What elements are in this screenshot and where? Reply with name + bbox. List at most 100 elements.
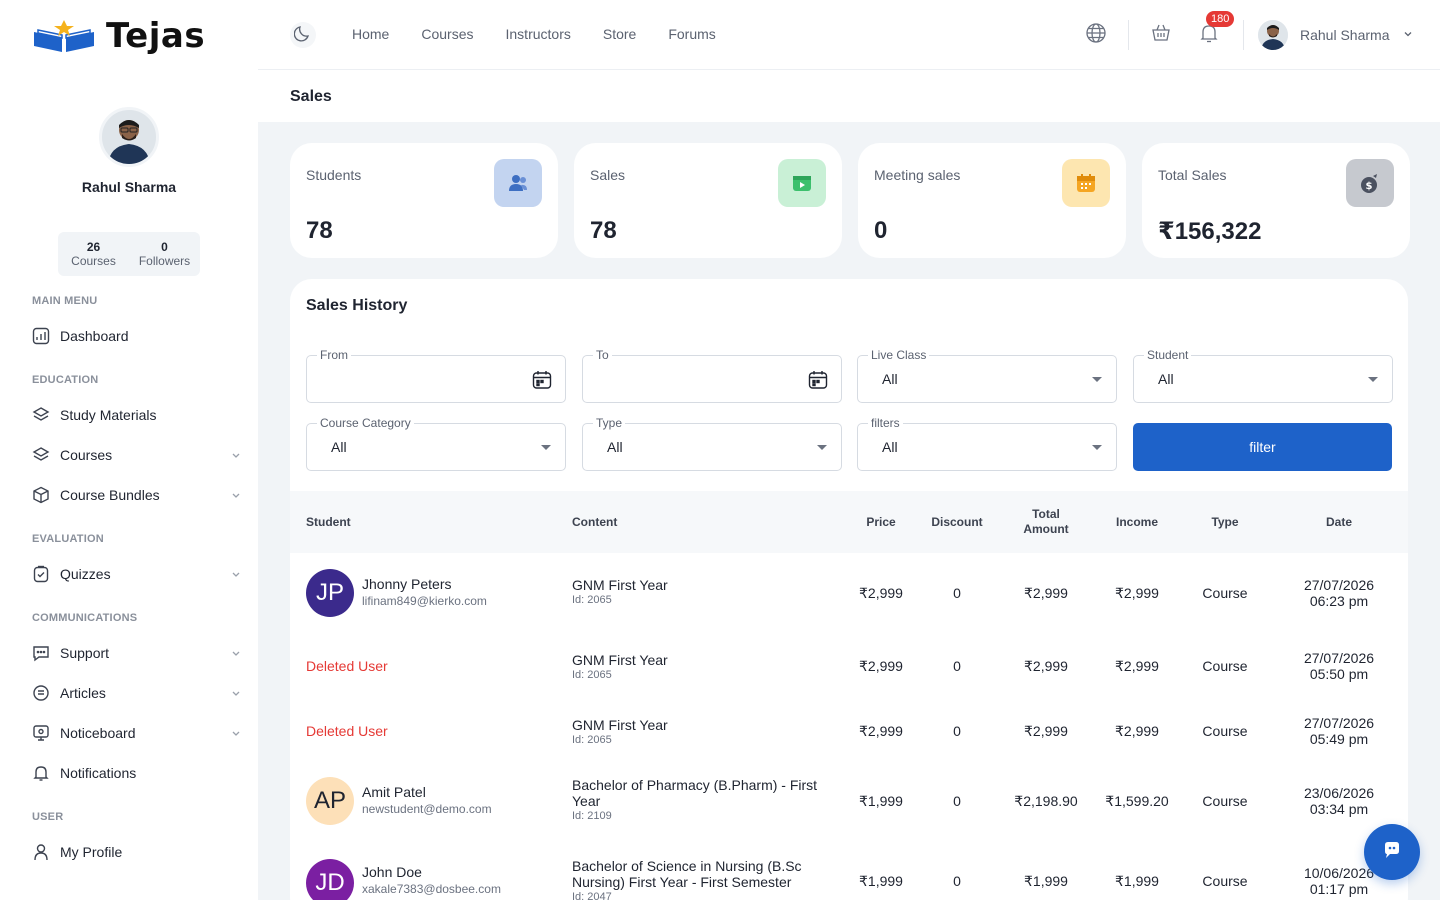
field-label: Student xyxy=(1144,348,1192,362)
clipboard-check-icon xyxy=(32,565,50,583)
sidebar-item-study-materials[interactable]: Study Materials xyxy=(32,403,242,427)
followers-stat: 0 Followers xyxy=(129,232,200,276)
main-content: Students 78 Sales 78 Meeting sales 0 Tot… xyxy=(258,122,1440,900)
student-cell: Jhonny Peters lifinam849@kierko.com xyxy=(362,575,487,609)
col-total-amount[interactable]: Total Amount xyxy=(1001,507,1091,537)
sidebar-item-notifications[interactable]: Notifications xyxy=(32,761,242,785)
sidebar-item-noticeboard[interactable]: Noticeboard xyxy=(32,721,242,745)
content-title[interactable]: Bachelor of Science in Nursing (B.Sc Nur… xyxy=(572,858,832,890)
svg-text:$: $ xyxy=(1366,181,1373,192)
chat-icon xyxy=(32,644,50,662)
content-title[interactable]: GNM First Year xyxy=(572,652,832,668)
col-total-line1: Total xyxy=(1032,507,1060,521)
user-name: Rahul Sharma xyxy=(1300,27,1390,43)
sidebar-item-quizzes[interactable]: Quizzes xyxy=(32,562,242,586)
col-date[interactable]: Date xyxy=(1289,515,1389,530)
brand-logo[interactable]: Tejas xyxy=(32,16,205,56)
date-value: 27/07/2026 xyxy=(1303,577,1375,593)
sidebar-item-label: Articles xyxy=(60,685,106,701)
stat-card-sales: Sales 78 xyxy=(574,143,842,258)
total-cell: ₹2,198.90 xyxy=(1014,793,1078,809)
live-class-select[interactable]: Live Class All xyxy=(857,348,1117,403)
sidebar-item-articles[interactable]: Articles xyxy=(32,681,242,705)
nav-instructors[interactable]: Instructors xyxy=(506,26,571,42)
student-name[interactable]: John Doe xyxy=(362,863,501,881)
courses-stat: 26 Courses xyxy=(58,232,129,276)
avatar: AP xyxy=(306,777,354,825)
calendar-icon[interactable] xyxy=(807,369,829,396)
student-cell: Amit Patel newstudent@demo.com xyxy=(362,783,492,817)
user-icon xyxy=(32,843,50,861)
date-value: 27/07/2026 xyxy=(1303,715,1375,731)
filter-button[interactable]: filter xyxy=(1133,423,1392,471)
to-date-field[interactable]: To xyxy=(582,348,842,403)
divider xyxy=(1128,20,1129,50)
student-name[interactable]: Jhonny Peters xyxy=(362,575,487,593)
type-select[interactable]: Type All xyxy=(582,416,842,471)
profile-avatar[interactable] xyxy=(99,107,159,167)
table-row: Deleted User GNM First Year Id: 2065 ₹2,… xyxy=(290,633,1408,698)
table-header: Student Content Price Discount Total Amo… xyxy=(290,491,1408,553)
user-menu[interactable]: Rahul Sharma xyxy=(1258,20,1414,50)
discount-cell: 0 xyxy=(953,585,961,601)
discount-cell: 0 xyxy=(953,723,961,739)
field-label: From xyxy=(317,348,351,362)
sidebar-item-my-profile[interactable]: My Profile xyxy=(32,840,242,864)
sidebar-item-support[interactable]: Support xyxy=(32,641,242,665)
course-category-select[interactable]: Course Category All xyxy=(306,416,566,471)
sidebar-item-label: My Profile xyxy=(60,844,123,860)
video-icon xyxy=(778,159,826,207)
sidebar-item-courses[interactable]: Courses xyxy=(32,443,242,467)
col-discount[interactable]: Discount xyxy=(912,515,1002,530)
from-date-field[interactable]: From xyxy=(306,348,566,403)
student-name-deleted: Deleted User xyxy=(306,658,388,674)
chat-icon xyxy=(1381,839,1403,866)
content-id: Id: 2065 xyxy=(572,734,612,746)
book-logo-icon xyxy=(32,18,96,54)
nav-courses[interactable]: Courses xyxy=(421,26,473,42)
sidebar-item-dashboard[interactable]: Dashboard xyxy=(32,324,242,348)
col-type[interactable]: Type xyxy=(1180,515,1270,530)
page-title: Sales xyxy=(290,88,332,105)
nav-store[interactable]: Store xyxy=(603,26,636,42)
income-cell: ₹2,999 xyxy=(1115,585,1159,601)
caret-down-icon xyxy=(817,445,827,450)
page-header: Sales xyxy=(258,70,1440,122)
caret-down-icon xyxy=(1092,377,1102,382)
col-content[interactable]: Content xyxy=(572,515,617,530)
select-value: All xyxy=(882,439,898,455)
chat-button[interactable] xyxy=(1364,824,1420,880)
content-id: Id: 2065 xyxy=(572,594,612,606)
content-title[interactable]: GNM First Year xyxy=(572,577,832,593)
table-row: AP Amit Patel newstudent@demo.com Bachel… xyxy=(290,763,1408,843)
student-email: lifinam849@kierko.com xyxy=(362,594,487,608)
student-email: xakale7383@dosbee.com xyxy=(362,882,501,896)
filters-select[interactable]: filters All xyxy=(857,416,1117,471)
field-label: filters xyxy=(868,416,903,430)
calendar-icon[interactable] xyxy=(531,369,553,396)
select-value: All xyxy=(607,439,623,455)
card-label: Sales xyxy=(590,167,626,183)
cart-button[interactable] xyxy=(1147,21,1175,49)
content-title[interactable]: GNM First Year xyxy=(572,717,832,733)
box-icon xyxy=(32,486,50,504)
sidebar-item-label: Quizzes xyxy=(60,566,111,582)
student-select[interactable]: Student All xyxy=(1133,348,1393,403)
col-student[interactable]: Student xyxy=(306,515,351,530)
discount-cell: 0 xyxy=(953,873,961,889)
chevron-down-icon xyxy=(230,646,242,662)
time-value: 01:17 pm xyxy=(1309,881,1369,897)
dashboard-icon xyxy=(32,327,50,345)
nav-forums[interactable]: Forums xyxy=(668,26,715,42)
content-title[interactable]: Bachelor of Pharmacy (B.Pharm) - First Y… xyxy=(572,777,832,809)
type-cell: Course xyxy=(1202,793,1248,809)
student-name[interactable]: Amit Patel xyxy=(362,783,492,801)
nav-home[interactable]: Home xyxy=(352,26,389,42)
field-label: To xyxy=(593,348,612,362)
dark-mode-toggle[interactable] xyxy=(290,22,316,48)
chevron-down-icon xyxy=(230,488,242,504)
date-value: 23/06/2026 xyxy=(1303,785,1375,801)
sidebar-item-course-bundles[interactable]: Course Bundles xyxy=(32,483,242,507)
language-button[interactable] xyxy=(1082,21,1110,49)
col-income[interactable]: Income xyxy=(1092,515,1182,530)
